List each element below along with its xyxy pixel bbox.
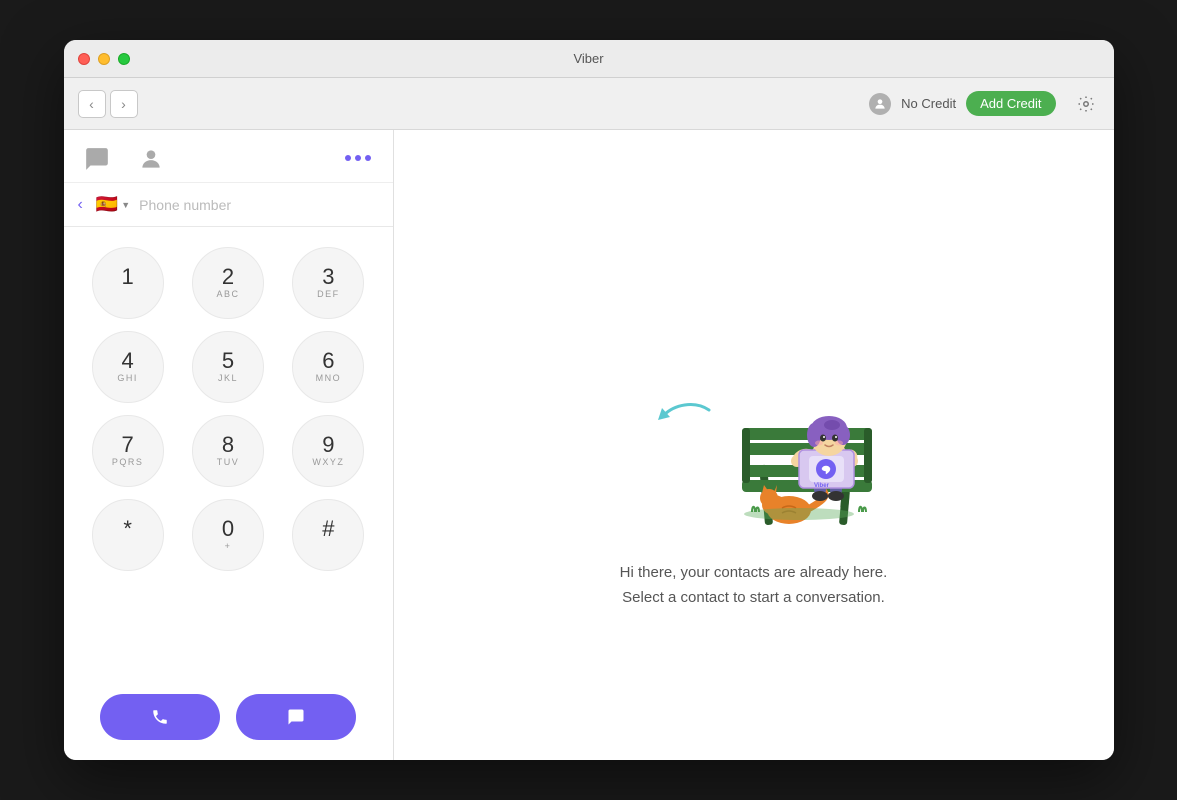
toolbar: ‹ › No Credit Add Credit bbox=[64, 78, 1114, 130]
dial-key-9[interactable]: 9WXYZ bbox=[292, 415, 364, 487]
dialpad-actions bbox=[64, 680, 393, 760]
right-panel: Viber bbox=[394, 130, 1114, 760]
svg-text:Viber: Viber bbox=[814, 483, 830, 489]
dial-key-*[interactable]: * bbox=[92, 499, 164, 571]
dial-key-1[interactable]: 1 bbox=[92, 247, 164, 319]
welcome-illustration: Viber bbox=[614, 280, 894, 540]
tab-chat[interactable] bbox=[84, 146, 110, 172]
main-content: ‹ 🇪🇸 ▼ 1 2ABC 3DEF 4GHI 5JKL 6MNO 7PQRS 8TUV 9WX… bbox=[64, 130, 1114, 760]
dial-key-3[interactable]: 3DEF bbox=[292, 247, 364, 319]
dial-key-7[interactable]: 7PQRS bbox=[92, 415, 164, 487]
no-credit-label: No Credit bbox=[901, 96, 956, 111]
message-button[interactable] bbox=[236, 694, 356, 740]
minimize-button[interactable] bbox=[98, 53, 110, 65]
tab-contacts[interactable] bbox=[138, 146, 164, 172]
settings-button[interactable] bbox=[1072, 90, 1100, 118]
flag-selector[interactable]: 🇪🇸 ▼ bbox=[91, 191, 135, 218]
maximize-button[interactable] bbox=[118, 53, 130, 65]
dial-key-2[interactable]: 2ABC bbox=[192, 247, 264, 319]
titlebar: Viber bbox=[64, 40, 1114, 78]
phone-back-arrow[interactable]: ‹ bbox=[74, 196, 87, 214]
flag-emoji: 🇪🇸 bbox=[96, 194, 118, 215]
window-controls bbox=[78, 53, 130, 65]
dialpad-grid: 1 2ABC 3DEF 4GHI 5JKL 6MNO 7PQRS 8TUV 9WXYZ * 0+ # bbox=[84, 237, 373, 581]
welcome-line2: Select a contact to start a conversation… bbox=[620, 585, 888, 611]
flag-caret-icon: ▼ bbox=[121, 200, 130, 210]
phone-number-input[interactable] bbox=[139, 197, 382, 213]
credit-section: No Credit Add Credit bbox=[869, 90, 1099, 118]
dial-key-5[interactable]: 5JKL bbox=[192, 331, 264, 403]
nav-buttons: ‹ › bbox=[78, 90, 138, 118]
dial-key-0[interactable]: 0+ bbox=[192, 499, 264, 571]
welcome-line1: Hi there, your contacts are already here… bbox=[620, 560, 888, 586]
dialpad: 1 2ABC 3DEF 4GHI 5JKL 6MNO 7PQRS 8TUV 9WXYZ * 0+ # bbox=[64, 227, 393, 680]
dial-key-#[interactable]: # bbox=[292, 499, 364, 571]
forward-button[interactable]: › bbox=[110, 90, 138, 118]
phone-input-row: ‹ 🇪🇸 ▼ bbox=[64, 183, 393, 227]
welcome-text: Hi there, your contacts are already here… bbox=[620, 560, 888, 611]
window-title: Viber bbox=[573, 51, 603, 66]
tab-more[interactable] bbox=[343, 146, 373, 172]
left-panel: ‹ 🇪🇸 ▼ 1 2ABC 3DEF 4GHI 5JKL 6MNO 7PQRS 8TUV 9WX… bbox=[64, 130, 394, 760]
app-window: Viber ‹ › No Credit Add Credit bbox=[64, 40, 1114, 760]
panel-tabs bbox=[64, 130, 393, 183]
dial-key-4[interactable]: 4GHI bbox=[92, 331, 164, 403]
dial-key-8[interactable]: 8TUV bbox=[192, 415, 264, 487]
add-credit-button[interactable]: Add Credit bbox=[966, 91, 1055, 116]
dial-key-6[interactable]: 6MNO bbox=[292, 331, 364, 403]
user-avatar-icon bbox=[869, 93, 891, 115]
back-button[interactable]: ‹ bbox=[78, 90, 106, 118]
close-button[interactable] bbox=[78, 53, 90, 65]
call-button[interactable] bbox=[100, 694, 220, 740]
